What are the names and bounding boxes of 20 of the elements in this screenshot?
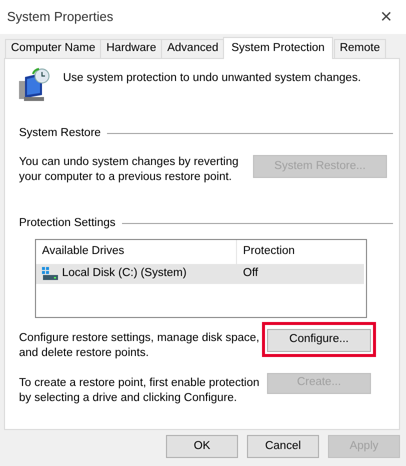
- description-text: You can undo system changes by reverting your computer to a previous restore point.: [19, 155, 240, 186]
- column-header[interactable]: Protection: [237, 242, 295, 260]
- drive-icon: [42, 266, 58, 280]
- drive-row[interactable]: Local Disk (C:) (System) Off: [36, 264, 364, 284]
- protection-status: Off: [242, 266, 258, 281]
- configure-button[interactable]: Configure...: [267, 328, 371, 352]
- computer-clock-icon: [18, 67, 52, 103]
- tab[interactable]: System Protection: [223, 37, 333, 59]
- close-button[interactable]: ×: [374, 7, 398, 27]
- tab[interactable]: Remote: [334, 39, 386, 58]
- group-heading: Protection Settings: [19, 216, 116, 232]
- intro-text: Use system protection to undo unwanted system changes.: [63, 71, 361, 86]
- description-text: To create a restore point, first enable protection by selecting a drive and clicking Configure.: [19, 376, 260, 406]
- dialog-button[interactable]: OK: [166, 435, 238, 458]
- description-text: Configure restore settings, manage disk space, and delete restore points.: [19, 330, 260, 360]
- group-heading: System Restore: [19, 126, 101, 141]
- window-title: System Properties: [7, 8, 114, 26]
- tab[interactable]: Computer Name: [5, 39, 102, 58]
- dialog-button[interactable]: Cancel: [247, 435, 319, 458]
- drive-name: Local Disk (C:) (System): [62, 266, 187, 281]
